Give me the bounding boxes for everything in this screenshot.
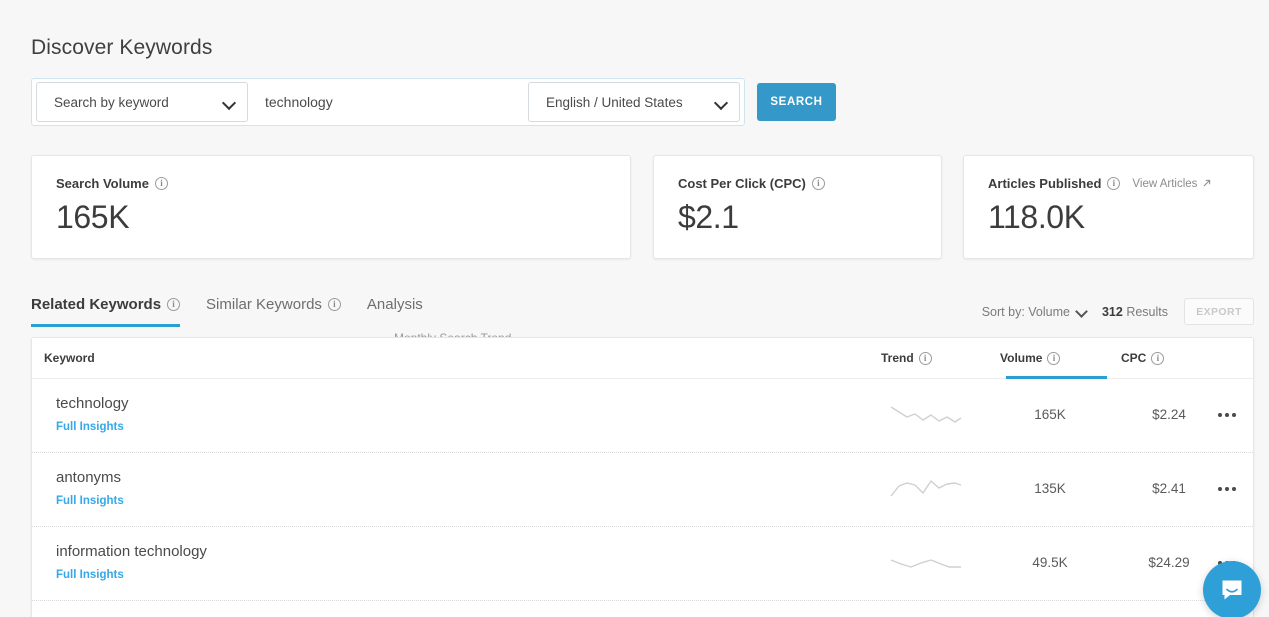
- articles-published-label-text: Articles Published: [988, 176, 1102, 191]
- search-type-label: Search by keyword: [54, 94, 169, 110]
- column-header-trend[interactable]: Trend i: [881, 351, 932, 365]
- column-header-cpc[interactable]: CPC i: [1121, 351, 1165, 365]
- results-count: 312 Results: [1102, 305, 1168, 319]
- info-icon[interactable]: i: [167, 298, 181, 311]
- row-cpc: $2.41: [1152, 481, 1186, 496]
- articles-published-card: Articles Published i View Articles 118.0…: [963, 155, 1254, 259]
- articles-published-value: 118.0K: [988, 199, 1085, 235]
- chevron-down-icon: [1077, 307, 1086, 316]
- column-header-keyword-label: Keyword: [44, 351, 95, 365]
- info-icon[interactable]: i: [154, 177, 168, 190]
- keyword-tabs: Related Keywords i Similar Keywords i An…: [31, 296, 423, 327]
- locale-label: English / United States: [546, 94, 683, 110]
- full-insights-link[interactable]: Full Insights: [56, 495, 124, 507]
- discover-keywords-page: Discover Keywords Search by keyword Engl…: [0, 0, 1269, 617]
- row-actions-menu-icon[interactable]: [1210, 403, 1244, 427]
- view-articles-link[interactable]: View Articles: [1132, 178, 1212, 190]
- results-count-number: 312: [1101, 304, 1123, 319]
- view-articles-label: View Articles: [1132, 177, 1198, 190]
- row-trend-sparkline: [890, 559, 961, 568]
- info-icon[interactable]: i: [1151, 351, 1165, 365]
- cpc-label-text: Cost Per Click (CPC): [678, 176, 806, 191]
- tab-similar-keywords-label: Similar Keywords: [206, 296, 322, 313]
- column-header-cpc-label: CPC: [1121, 351, 1147, 365]
- keyword-input[interactable]: [248, 80, 528, 124]
- chevron-down-icon: [716, 97, 727, 108]
- full-insights-link[interactable]: Full Insights: [56, 569, 124, 581]
- info-icon[interactable]: i: [811, 177, 825, 190]
- search-volume-value: 165K: [56, 199, 130, 235]
- row-keyword: antonyms: [56, 469, 122, 486]
- search-bar: Search by keyword English / United State…: [31, 78, 745, 126]
- cpc-value: $2.1: [678, 199, 739, 235]
- column-header-trend-label: Trend: [881, 351, 914, 365]
- tab-similar-keywords[interactable]: Similar Keywords i: [206, 296, 341, 327]
- column-header-volume-label: Volume: [1000, 351, 1043, 365]
- search-volume-label: Search Volume i: [56, 176, 168, 191]
- page-title: Discover Keywords: [31, 36, 213, 59]
- row-cpc: $24.29: [1148, 555, 1190, 570]
- search-button[interactable]: SEARCH: [757, 83, 836, 121]
- cpc-card: Cost Per Click (CPC) i $2.1: [653, 155, 942, 259]
- locale-select-wrap: English / United States: [528, 82, 744, 122]
- chevron-down-icon: [224, 97, 235, 108]
- locale-select[interactable]: English / United States: [528, 82, 740, 122]
- row-volume: 49.5K: [1032, 555, 1068, 570]
- tab-analysis[interactable]: Analysis: [367, 296, 423, 327]
- row-trend-sparkline: [890, 480, 962, 497]
- external-link-icon: [1204, 179, 1211, 187]
- table-row[interactable]: information technology Full Insights 49.…: [32, 527, 1253, 601]
- chat-bubble-icon: [1222, 580, 1242, 600]
- sort-by-label: Sort by: Volume: [981, 304, 1070, 319]
- column-header-keyword[interactable]: Keyword: [44, 351, 95, 365]
- row-keyword: information technology: [56, 543, 207, 560]
- results-count-word: Results: [1126, 304, 1168, 319]
- tab-analysis-label: Analysis: [366, 296, 423, 313]
- table-row[interactable]: antonyms Full Insights 135K $2.41: [32, 453, 1253, 527]
- row-actions-menu-icon[interactable]: [1210, 477, 1244, 501]
- search-volume-label-text: Search Volume: [56, 176, 149, 191]
- search-type-select[interactable]: Search by keyword: [36, 82, 248, 122]
- table-row[interactable]: technology Full Insights 165K $2.24: [32, 379, 1253, 453]
- row-cpc: $2.24: [1152, 407, 1186, 422]
- column-header-volume[interactable]: Volume i: [1000, 351, 1061, 365]
- tab-related-keywords-label: Related Keywords: [31, 296, 162, 313]
- info-icon[interactable]: i: [1047, 351, 1061, 365]
- row-volume: 165K: [1034, 407, 1066, 422]
- row-trend-sparkline: [890, 406, 962, 423]
- full-insights-link[interactable]: Full Insights: [56, 421, 124, 433]
- table-toolbar: Sort by: Volume 312 Results EXPORT: [982, 298, 1254, 325]
- table-row[interactable]: [32, 601, 1253, 617]
- search-volume-card: Search Volume i 165K Monthly Search Tren…: [31, 155, 637, 395]
- cpc-label: Cost Per Click (CPC) i: [678, 176, 825, 191]
- keywords-table: Keyword Trend i Volume i CPC i technolog…: [31, 337, 1254, 617]
- tab-related-keywords[interactable]: Related Keywords i: [31, 296, 181, 327]
- info-icon[interactable]: i: [327, 298, 341, 311]
- sort-by-dropdown[interactable]: Sort by: Volume: [982, 305, 1086, 319]
- chat-launcher-button[interactable]: [1203, 561, 1261, 617]
- row-keyword: technology: [56, 395, 129, 412]
- table-header-row: Keyword Trend i Volume i CPC i: [32, 338, 1253, 379]
- export-button[interactable]: EXPORT: [1184, 298, 1254, 325]
- info-icon[interactable]: i: [918, 351, 932, 365]
- info-icon[interactable]: i: [1107, 177, 1121, 190]
- row-volume: 135K: [1034, 481, 1066, 496]
- articles-published-label: Articles Published i View Articles: [988, 176, 1212, 191]
